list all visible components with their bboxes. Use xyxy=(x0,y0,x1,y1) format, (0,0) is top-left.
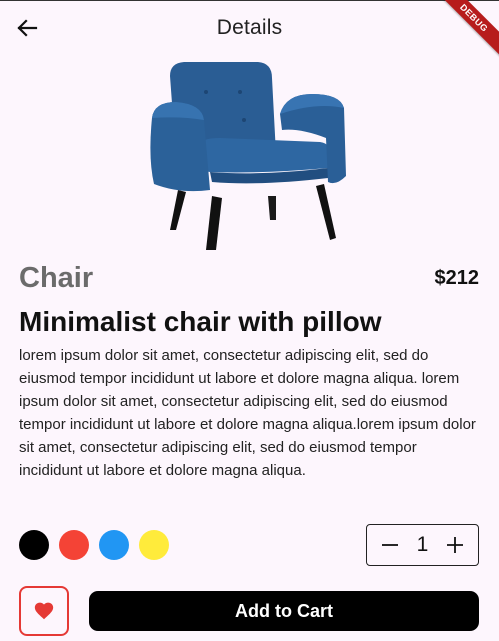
add-to-cart-button[interactable]: Add to Cart xyxy=(89,591,479,631)
color-swatch-yellow[interactable] xyxy=(139,530,169,560)
product-image xyxy=(150,62,346,250)
quantity-value: 1 xyxy=(416,533,429,556)
product-category: Chair xyxy=(19,262,94,294)
increment-button[interactable] xyxy=(444,534,466,556)
decrement-button[interactable] xyxy=(379,534,401,556)
minus-icon xyxy=(382,544,398,546)
color-picker xyxy=(19,530,169,560)
color-swatch-red[interactable] xyxy=(59,530,89,560)
plus-icon xyxy=(447,537,463,553)
heart-icon xyxy=(34,602,54,620)
quantity-stepper: 1 xyxy=(366,524,479,566)
product-price: $212 xyxy=(434,267,480,289)
product-title: Minimalist chair with pillow xyxy=(19,306,382,337)
product-description: lorem ipsum dolor sit amet, consectetur … xyxy=(19,347,476,479)
page-title: Details xyxy=(216,16,283,39)
favorite-button[interactable] xyxy=(19,586,69,636)
color-swatch-blue[interactable] xyxy=(99,530,129,560)
app-bar: Details xyxy=(0,1,499,55)
color-swatch-black[interactable] xyxy=(19,530,49,560)
